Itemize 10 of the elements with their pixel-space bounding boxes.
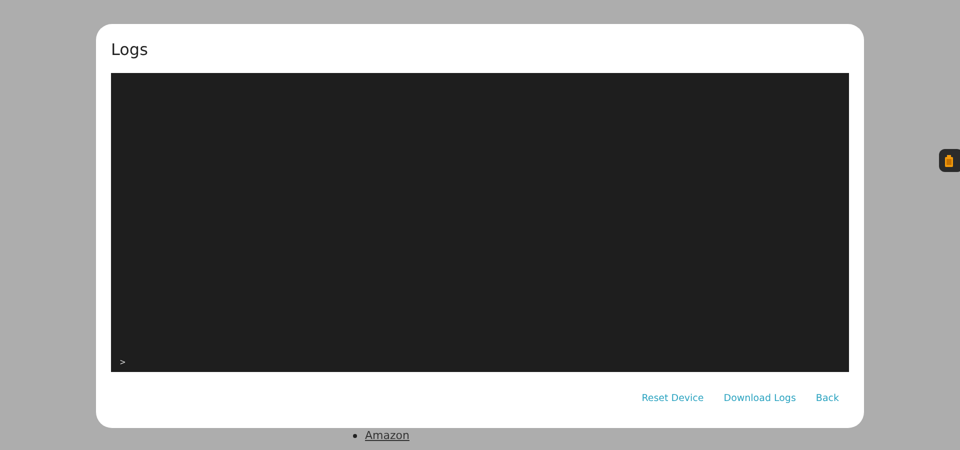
list-link[interactable]: Amazon [365, 429, 410, 442]
dialog-button[interactable]: Reset Device [642, 393, 704, 404]
battery-icon [945, 154, 953, 166]
log-console[interactable]: > [111, 73, 849, 372]
extension-widget[interactable] [939, 149, 960, 172]
dialog-title: Logs [111, 40, 149, 60]
dialog-button[interactable]: Download Logs [724, 393, 796, 404]
bullet-icon [353, 434, 357, 438]
console-prompt: > [120, 358, 126, 368]
dialog-button[interactable]: Back [816, 393, 839, 404]
